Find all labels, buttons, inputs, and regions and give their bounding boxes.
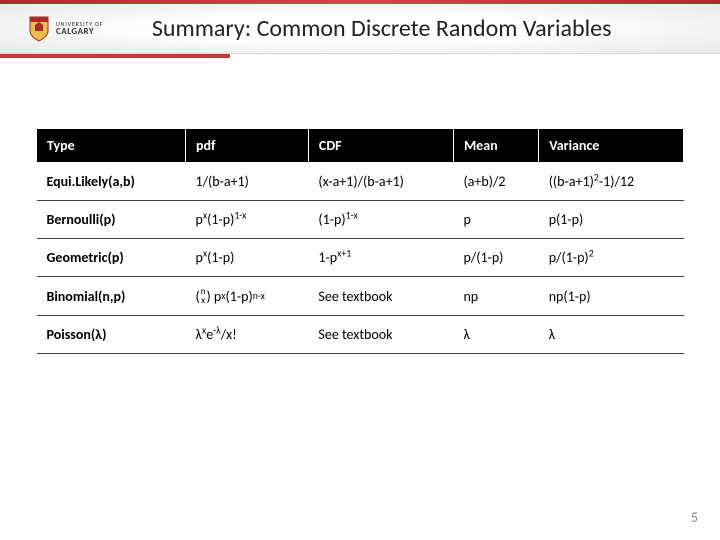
slide: UNIVERSITY OF CALGARY Summary: Common Di… [0, 0, 720, 540]
logo-bottom-text: CALGARY [56, 27, 103, 36]
table-row: Geometric(p)px(1-p)1-px+1p/(1-p)p/(1-p)2 [37, 239, 684, 277]
red-underline [0, 54, 230, 58]
cell-cdf: (1-p)1-x [308, 201, 453, 239]
cell-mean: np [453, 277, 538, 316]
cell-pdf: px(1-p)1-x [185, 201, 308, 239]
table-row: Poisson(λ)λxe-λ/x!See textbookλλ [37, 316, 684, 354]
cell-variance: λ [539, 316, 684, 354]
cell-cdf: See textbook [308, 277, 453, 316]
table-row: Equi.Likely(a,b)1/(b-a+1)(x-a+1)/(b-a+1)… [37, 163, 684, 201]
col-mean: Mean [453, 129, 538, 163]
cell-type: Bernoulli(p) [37, 201, 186, 239]
logo-text: UNIVERSITY OF CALGARY [56, 21, 103, 36]
cell-variance: np(1-p) [539, 277, 684, 316]
cell-pdf: (nx) px(1-p)n-x [185, 277, 308, 316]
col-pdf: pdf [185, 129, 308, 163]
content-area: Type pdf CDF Mean Variance Equi.Likely(a… [36, 128, 684, 354]
page-number: 5 [691, 509, 698, 526]
cell-pdf: px(1-p) [185, 239, 308, 277]
cell-mean: (a+b)/2 [453, 163, 538, 201]
cell-type: Binomial(n,p) [37, 277, 186, 316]
cell-pdf: λxe-λ/x! [185, 316, 308, 354]
slide-title: Summary: Common Discrete Random Variable… [103, 14, 720, 43]
shield-icon [28, 15, 50, 43]
table-body: Equi.Likely(a,b)1/(b-a+1)(x-a+1)/(b-a+1)… [37, 163, 684, 354]
cell-cdf: (x-a+1)/(b-a+1) [308, 163, 453, 201]
cell-variance: ((b-a+1)2-1)/12 [539, 163, 684, 201]
cell-mean: p/(1-p) [453, 239, 538, 277]
cell-pdf: 1/(b-a+1) [185, 163, 308, 201]
cell-cdf: See textbook [308, 316, 453, 354]
col-type: Type [37, 129, 186, 163]
cell-type: Geometric(p) [37, 239, 186, 277]
cell-type: Poisson(λ) [37, 316, 186, 354]
table-row: Bernoulli(p)px(1-p)1-x(1-p)1-xpp(1-p) [37, 201, 684, 239]
cell-mean: p [453, 201, 538, 239]
cell-cdf: 1-px+1 [308, 239, 453, 277]
cell-type: Equi.Likely(a,b) [37, 163, 186, 201]
cell-variance: p(1-p) [539, 201, 684, 239]
col-variance: Variance [539, 129, 684, 163]
col-cdf: CDF [308, 129, 453, 163]
table-row: Binomial(n,p)(nx) px(1-p)n-xSee textbook… [37, 277, 684, 316]
distributions-table: Type pdf CDF Mean Variance Equi.Likely(a… [36, 128, 684, 354]
university-logo: UNIVERSITY OF CALGARY [28, 15, 103, 43]
cell-mean: λ [453, 316, 538, 354]
cell-variance: p/(1-p)2 [539, 239, 684, 277]
table-header-row: Type pdf CDF Mean Variance [37, 129, 684, 163]
header: UNIVERSITY OF CALGARY Summary: Common Di… [0, 4, 720, 54]
